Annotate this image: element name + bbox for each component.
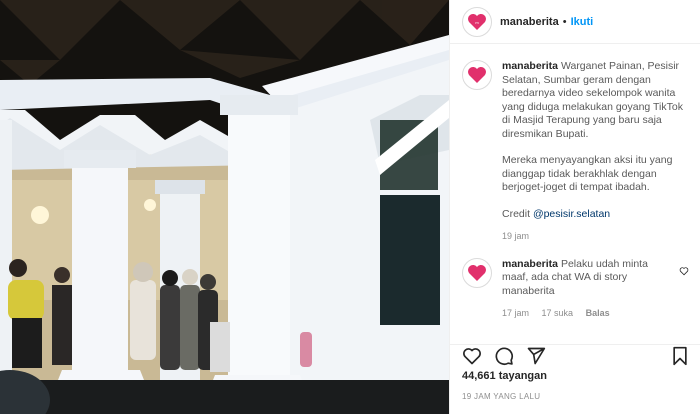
heart-icon[interactable] bbox=[462, 346, 482, 366]
view-count: 44,661 tayangan bbox=[462, 370, 547, 382]
credit-mention-link[interactable]: @pesisir.selatan bbox=[533, 208, 610, 220]
follow-button[interactable]: Ikuti bbox=[571, 16, 594, 28]
comment-icon[interactable] bbox=[494, 346, 514, 366]
credit-label: Credit bbox=[502, 207, 531, 220]
caption-username[interactable]: manaberita bbox=[502, 60, 558, 72]
reply-username[interactable]: manaberita bbox=[502, 258, 558, 270]
reply-button[interactable]: Balas bbox=[586, 308, 610, 318]
caption-meta: 19 jam bbox=[502, 230, 689, 244]
action-bar bbox=[450, 344, 700, 366]
avatar[interactable] bbox=[462, 60, 492, 90]
share-icon[interactable] bbox=[526, 346, 546, 366]
bookmark-icon[interactable] bbox=[671, 346, 689, 366]
manaberita-logo-icon bbox=[468, 264, 486, 281]
video-frame bbox=[0, 0, 449, 414]
reply-likes[interactable]: 17 suka bbox=[542, 308, 574, 318]
caption-paragraph-2: Mereka menyayangkan aksi itu yang diangg… bbox=[502, 154, 673, 193]
reply-body: manaberita Pelaku udah minta maaf, ada c… bbox=[502, 258, 689, 321]
caption-credit: Credit @pesisir.selatan bbox=[502, 208, 689, 222]
avatar[interactable] bbox=[462, 257, 492, 288]
post-header: m manaberita • Ikuti bbox=[450, 0, 700, 44]
manaberita-logo-icon bbox=[468, 67, 486, 83]
reply-meta: 17 jam 17 suka Balas bbox=[502, 307, 671, 321]
caption-time[interactable]: 19 jam bbox=[502, 231, 529, 241]
separator-dot: • bbox=[562, 15, 567, 28]
post-timestamp[interactable]: 19 JAM YANG LALU bbox=[462, 392, 540, 401]
post-video[interactable] bbox=[0, 0, 449, 414]
reply-time[interactable]: 17 jam bbox=[502, 308, 529, 318]
caption-body: manaberita Warganet Painan, Pesisir Sela… bbox=[502, 60, 689, 244]
avatar[interactable]: m bbox=[462, 6, 492, 37]
post-panel: m manaberita • Ikuti manaberita Warganet… bbox=[449, 0, 700, 414]
reply-comment: manaberita Pelaku udah minta maaf, ada c… bbox=[462, 257, 689, 321]
manaberita-logo-icon: m bbox=[468, 13, 486, 30]
header-username[interactable]: manaberita bbox=[500, 16, 559, 28]
comments-list: manaberita Warganet Painan, Pesisir Sela… bbox=[450, 60, 700, 321]
like-comment-heart-icon[interactable] bbox=[679, 266, 689, 279]
caption-comment: manaberita Warganet Painan, Pesisir Sela… bbox=[462, 60, 689, 244]
